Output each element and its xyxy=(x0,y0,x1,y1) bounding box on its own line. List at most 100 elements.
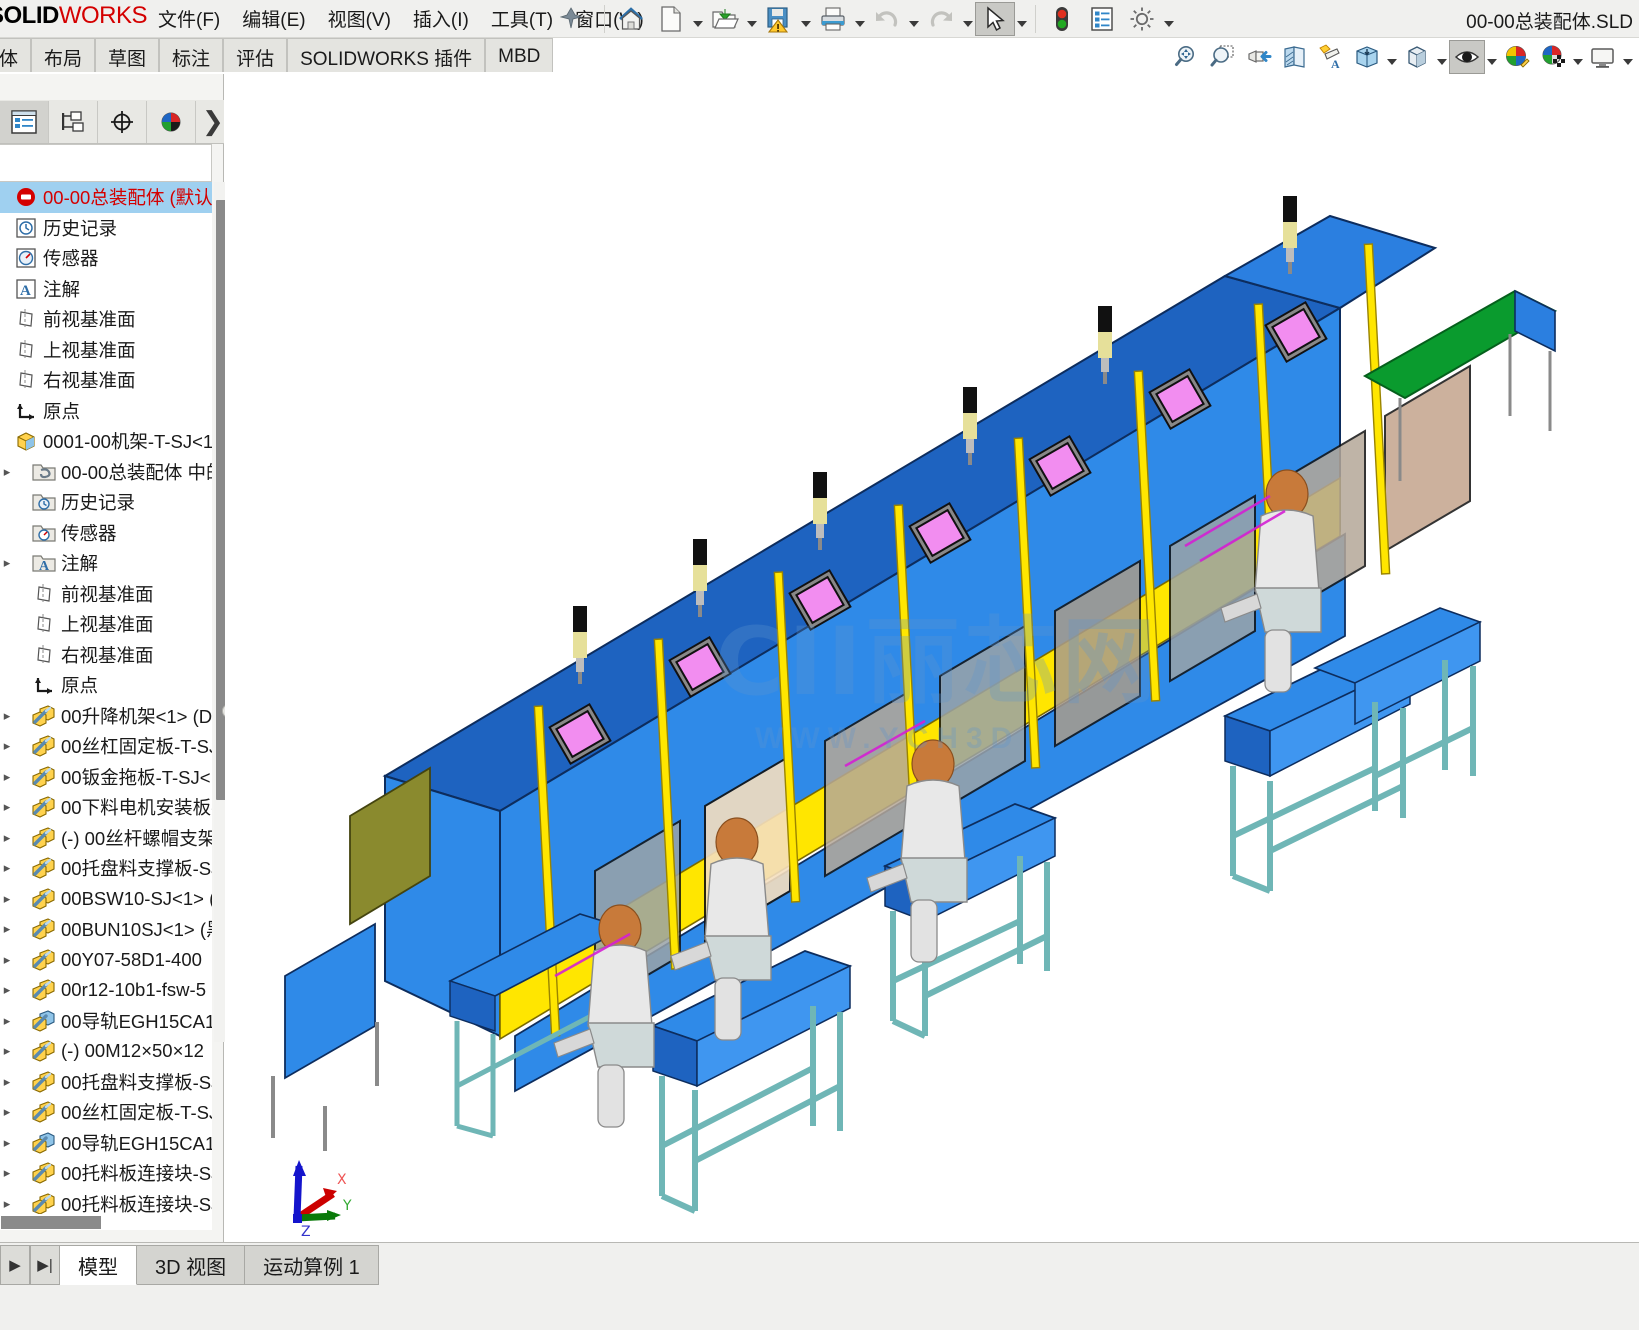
home-icon[interactable] xyxy=(611,2,651,36)
tree-item-expand-toggle-icon[interactable]: ▸ xyxy=(0,982,14,998)
display-style-box-caret[interactable] xyxy=(1385,40,1399,74)
tree-item-expand-toggle-icon[interactable]: ▸ xyxy=(0,952,14,968)
bottom-tab-3d-views[interactable]: 3D 视图 xyxy=(137,1245,246,1285)
tree-item[interactable]: 00-00总装配体 (默认) · xyxy=(0,182,212,213)
display-style-shaded-caret[interactable] xyxy=(1435,40,1449,74)
tree-item[interactable]: ▸ 00导轨EGH15CA1 xyxy=(0,1006,212,1037)
tree-item-expand-toggle-icon[interactable]: ▸ xyxy=(0,921,14,937)
tree-item[interactable]: ▸ 00BSW10-SJ<1> ( xyxy=(0,884,212,915)
hide-show-eye-caret[interactable] xyxy=(1485,40,1499,74)
tree-item[interactable]: ▸ 00丝杠固定板-T-SJ xyxy=(0,731,212,762)
apply-scene-caret[interactable] xyxy=(1571,40,1585,74)
cmdtab-layout[interactable]: 布局 xyxy=(31,38,96,72)
bottom-tab-motion-study-1[interactable]: 运动算例 1 xyxy=(245,1245,379,1285)
tree-item-expand-toggle-icon[interactable]: ▸ xyxy=(0,830,14,846)
cmdtab-evaluate[interactable]: 评估 xyxy=(223,38,288,72)
tree-item[interactable]: ▸ (-) 00丝杆螺帽支架 xyxy=(0,823,212,854)
cmdtab-markup[interactable]: 标注 xyxy=(159,38,224,72)
tree-item[interactable]: 原点 xyxy=(0,670,212,701)
view-settings-icon[interactable] xyxy=(1585,40,1621,74)
tree-item-expand-toggle-icon[interactable]: ▸ xyxy=(0,1043,14,1059)
print-icon[interactable] xyxy=(813,2,853,36)
tree-item[interactable]: 传感器 xyxy=(0,243,212,274)
tree-item[interactable]: 上视基准面 xyxy=(0,609,212,640)
tree-item[interactable]: ▸ 00托料板连接块-SJ xyxy=(0,1189,212,1214)
redo-dropdown-caret[interactable] xyxy=(961,2,975,36)
tree-item[interactable]: 前视基准面 xyxy=(0,579,212,610)
tree-item-expand-toggle-icon[interactable]: ▸ xyxy=(0,769,14,785)
select-arrow-icon[interactable] xyxy=(975,2,1015,36)
tree-item-expand-toggle-icon[interactable]: ▸ xyxy=(0,860,14,876)
traffic-light-icon[interactable] xyxy=(1042,2,1082,36)
bottom-tab-nav-next-icon[interactable]: ▶| xyxy=(30,1245,60,1285)
menu-tools[interactable]: 工具(T) xyxy=(491,5,553,32)
apply-scene-icon[interactable] xyxy=(1535,40,1571,74)
select-dropdown-caret[interactable] xyxy=(1015,2,1029,36)
gear-icon[interactable] xyxy=(1122,2,1162,36)
tree-item[interactable]: ▸ 00Y07-58D1-400 xyxy=(0,945,212,976)
feature-tree-horizontal-scroll-thumb[interactable] xyxy=(1,1216,101,1229)
cmdtab-body[interactable]: 体 xyxy=(0,38,32,72)
feature-tree-filter-bar[interactable] xyxy=(0,144,212,182)
tree-item[interactable]: ▸ 00托盘料支撑板-SJ xyxy=(0,853,212,884)
menu-edit[interactable]: 编辑(E) xyxy=(242,5,305,32)
hide-show-eye-icon[interactable] xyxy=(1449,40,1485,74)
tree-item[interactable]: 历史记录 xyxy=(0,213,212,244)
display-style-box-icon[interactable] xyxy=(1349,40,1385,74)
section-view-icon[interactable] xyxy=(1277,40,1313,74)
panel-expand-chevron-icon[interactable]: ❯ xyxy=(202,106,224,137)
menu-insert[interactable]: 插入(I) xyxy=(413,5,469,32)
tree-item[interactable]: ▸ 00下料电机安装板- xyxy=(0,792,212,823)
tree-item[interactable]: ▸ 00BUN10SJ<1> (黑 xyxy=(0,914,212,945)
new-document-icon[interactable] xyxy=(651,2,691,36)
tree-item-expand-toggle-icon[interactable]: ▸ xyxy=(0,1165,14,1181)
previous-view-icon[interactable] xyxy=(1241,40,1277,74)
menu-file[interactable]: 文件(F) xyxy=(158,5,220,32)
bottom-tab-model[interactable]: 模型 xyxy=(60,1245,137,1285)
undo-icon[interactable] xyxy=(867,2,907,36)
tree-item-expand-toggle-icon[interactable]: ▸ xyxy=(0,1196,14,1212)
tree-item-expand-toggle-icon[interactable]: ▸ xyxy=(0,738,14,754)
tree-item[interactable]: ▸ 00r12-10b1-fsw-5 xyxy=(0,975,212,1006)
undo-dropdown-caret[interactable] xyxy=(907,2,921,36)
zoom-to-area-icon[interactable] xyxy=(1205,40,1241,74)
tree-item[interactable]: ▸ 00钣金拖板-T-SJ<1 xyxy=(0,762,212,793)
tree-item-expand-toggle-icon[interactable]: ▸ xyxy=(0,1104,14,1120)
tree-item[interactable]: ▸ 00-00总装配体 中的 xyxy=(0,457,212,488)
save-dropdown-caret[interactable] xyxy=(799,2,813,36)
tree-item-expand-toggle-icon[interactable]: ▸ xyxy=(0,1074,14,1090)
redo-icon[interactable] xyxy=(921,2,961,36)
edit-appearance-icon[interactable] xyxy=(1499,40,1535,74)
open-folder-dropdown-caret[interactable] xyxy=(745,2,759,36)
view-settings-caret[interactable] xyxy=(1621,40,1635,74)
save-warning-icon[interactable] xyxy=(759,2,799,36)
bottom-tab-nav-prev-icon[interactable]: ▶ xyxy=(0,1245,30,1285)
gear-dropdown-caret[interactable] xyxy=(1162,2,1176,36)
panel-tab-feature-manager[interactable] xyxy=(0,100,49,143)
tree-item[interactable]: 传感器 xyxy=(0,518,212,549)
tree-item[interactable]: 0001-00机架-T-SJ<1> xyxy=(0,426,212,457)
tree-item-expand-toggle-icon[interactable]: ▸ xyxy=(0,891,14,907)
display-style-shaded-icon[interactable] xyxy=(1399,40,1435,74)
options-list-icon[interactable] xyxy=(1082,2,1122,36)
tree-item[interactable]: 历史记录 xyxy=(0,487,212,518)
feature-tree[interactable]: 00-00总装配体 (默认) · 历史记录 传感器 A 注解 前视基准面 上视基准面 右视基准… xyxy=(0,182,212,1214)
tree-item[interactable]: 前视基准面 xyxy=(0,304,212,335)
tree-item-expand-toggle-icon[interactable]: ▸ xyxy=(0,464,14,480)
new-document-dropdown-caret[interactable] xyxy=(691,2,705,36)
tree-item[interactable]: ▸ 00托盘料支撑板-SJ xyxy=(0,1067,212,1098)
tree-item-expand-toggle-icon[interactable]: ▸ xyxy=(0,708,14,724)
panel-tab-configuration-manager[interactable] xyxy=(98,100,147,143)
cmdtab-mbd[interactable]: MBD xyxy=(485,38,554,72)
tree-item[interactable]: ▸ 00丝杠固定板-T-SJ xyxy=(0,1097,212,1128)
menu-view[interactable]: 视图(V) xyxy=(328,5,391,32)
tree-item[interactable]: 右视基准面 xyxy=(0,365,212,396)
open-folder-icon[interactable] xyxy=(705,2,745,36)
tree-item[interactable]: A 注解 xyxy=(0,274,212,305)
pin-icon[interactable] xyxy=(559,6,583,30)
tree-item-expand-toggle-icon[interactable]: ▸ xyxy=(0,555,14,571)
tree-item[interactable]: 原点 xyxy=(0,396,212,427)
tree-item-expand-toggle-icon[interactable]: ▸ xyxy=(0,799,14,815)
tree-item[interactable]: ▸ 00导轨EGH15CA1 xyxy=(0,1128,212,1159)
tree-item[interactable]: ▸ 00托料板连接块-SJ xyxy=(0,1158,212,1189)
